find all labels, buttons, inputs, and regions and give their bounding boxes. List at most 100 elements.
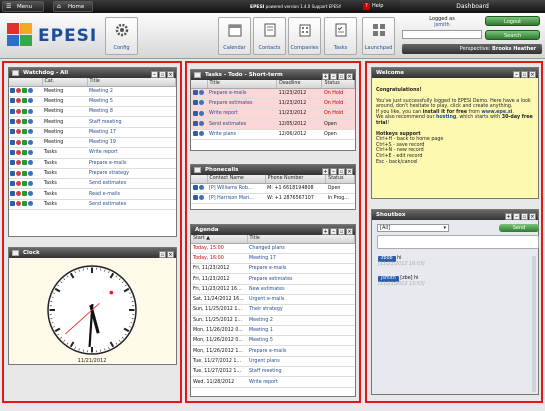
row-title-link[interactable]: Write plans (207, 129, 277, 140)
table-row[interactable]: [P] Williams Rob... M: +1 6618194808 Open (191, 183, 355, 194)
col-contact[interactable]: Contact Name (207, 175, 266, 184)
table-row[interactable]: Meeting Meeting 8 (9, 106, 176, 118)
row-title-link[interactable]: Prepare estimates (247, 273, 355, 285)
view-icon[interactable] (16, 139, 21, 145)
row-title-link[interactable]: Changed plans (247, 243, 355, 254)
check-icon[interactable] (22, 180, 27, 186)
edit-icon[interactable] (10, 149, 15, 155)
row-title-link[interactable]: Prepare estimates (207, 98, 277, 110)
table-row[interactable]: Wed, 11/28/2012 Write report (191, 376, 355, 388)
check-icon[interactable] (22, 160, 27, 166)
table-row[interactable]: Fri, 11/23/2012 Prepare e-mails (191, 263, 355, 275)
view-icon[interactable] (16, 119, 21, 125)
shout-input[interactable] (377, 235, 539, 249)
minimize-icon[interactable]: – (330, 227, 337, 235)
info-icon[interactable] (28, 191, 33, 197)
send-button[interactable]: Send (499, 224, 539, 232)
row-title-link[interactable]: Meeting 19 (87, 137, 176, 149)
recipient-select[interactable]: [All] ▾ (377, 224, 449, 232)
companies-button[interactable]: Companies (288, 17, 321, 55)
edit-icon[interactable] (10, 191, 15, 197)
table-row[interactable]: Fri, 11/23/2012 Prepare estimates (191, 273, 355, 285)
table-row[interactable]: Mon, 11/26/2012 1... Prepare e-mails (191, 345, 355, 357)
close-icon[interactable]: × (346, 167, 353, 175)
col-deadline[interactable]: Deadline (276, 80, 323, 89)
info-icon[interactable] (28, 98, 33, 104)
launchpad-button[interactable]: Launchpad (362, 17, 395, 55)
check-icon[interactable] (22, 191, 27, 197)
help-button[interactable]: ? Help (361, 1, 397, 12)
edit-icon[interactable] (10, 129, 15, 135)
row-title-link[interactable]: Write report (207, 108, 277, 120)
col-start[interactable]: Start ▲ (191, 235, 248, 244)
row-title-link[interactable]: Write report (247, 376, 355, 388)
row-title-link[interactable]: Staff meeting (87, 116, 176, 128)
add-icon[interactable]: + (322, 167, 329, 175)
view-icon[interactable] (16, 149, 21, 155)
table-row[interactable]: Prepare e-mails 11/23/2012 On Hold (191, 88, 355, 99)
row-title-link[interactable]: Write report (87, 147, 176, 159)
edit-icon[interactable] (193, 121, 198, 127)
edit-icon[interactable] (10, 98, 15, 104)
table-row[interactable]: Sat, 11/24/2012 16... Urgent e-mails (191, 294, 355, 306)
info-icon[interactable] (28, 139, 33, 145)
edit-icon[interactable] (10, 201, 15, 207)
table-row[interactable]: Mon, 11/26/2012 0... Meeting 1 (191, 325, 355, 337)
settings-icon[interactable]: ▫ (521, 70, 528, 78)
row-contact-link[interactable]: [P] Williams Rob... (207, 183, 266, 194)
view-icon[interactable] (16, 191, 21, 197)
table-row[interactable]: Meeting Meeting 5 (9, 96, 176, 108)
view-icon[interactable] (16, 160, 21, 166)
check-icon[interactable] (22, 129, 27, 135)
table-row[interactable]: Tasks Send estimates (9, 178, 176, 190)
row-title-link[interactable]: Meeting 5 (87, 96, 176, 108)
view-icon[interactable] (16, 98, 21, 104)
minimize-icon[interactable]: – (151, 70, 158, 78)
table-row[interactable]: Prepare estimates 11/23/2012 On Hold (191, 98, 355, 110)
edit-icon[interactable] (193, 100, 198, 106)
close-icon[interactable]: × (167, 250, 174, 258)
col-title[interactable]: Title (207, 80, 278, 89)
table-row[interactable]: Meeting Meeting 2 (9, 86, 176, 97)
info-icon[interactable] (28, 149, 33, 155)
view-icon[interactable] (16, 108, 21, 114)
view-icon[interactable] (16, 201, 21, 207)
check-icon[interactable] (22, 201, 27, 207)
edit-icon[interactable] (10, 170, 15, 176)
minimize-icon[interactable]: – (330, 72, 337, 80)
table-row[interactable]: Send estimates 12/05/2012 Open (191, 118, 355, 130)
row-title-link[interactable]: Prepare e-mails (207, 88, 277, 99)
row-title-link[interactable]: Their strategy (247, 304, 355, 316)
check-icon[interactable] (22, 139, 27, 145)
edit-icon[interactable] (193, 131, 198, 137)
close-icon[interactable]: × (346, 72, 353, 80)
edit-icon[interactable] (193, 110, 198, 116)
row-title-link[interactable]: Prepare strategy (87, 168, 176, 180)
table-row[interactable]: Tasks Write report (9, 147, 176, 159)
row-title-link[interactable]: Meeting 8 (87, 106, 176, 118)
tasks-button[interactable]: Tasks (324, 17, 357, 55)
view-icon[interactable] (16, 170, 21, 176)
row-title-link[interactable]: Meeting 2 (247, 315, 355, 326)
edit-icon[interactable] (193, 90, 198, 96)
row-title-link[interactable]: Meeting 17 (87, 127, 176, 138)
home-button[interactable]: ⌂ Home (53, 1, 93, 12)
table-row[interactable]: Fri, 11/23/2012 16... New estimates (191, 284, 355, 295)
minimize-icon[interactable]: – (513, 70, 520, 78)
info-icon[interactable] (28, 129, 33, 135)
check-icon[interactable] (22, 119, 27, 125)
add-icon[interactable]: + (505, 212, 512, 220)
edit-icon[interactable] (10, 139, 15, 145)
table-row[interactable]: Meeting Meeting 17 (9, 127, 176, 138)
info-icon[interactable] (199, 90, 204, 96)
settings-icon[interactable]: ▫ (338, 167, 345, 175)
info-icon[interactable] (28, 108, 33, 114)
settings-icon[interactable]: ▫ (159, 250, 166, 258)
table-row[interactable]: Tasks Prepare strategy (9, 168, 176, 180)
table-row[interactable]: Tasks Read e-mails (9, 188, 176, 200)
info-icon[interactable] (199, 185, 204, 191)
table-row[interactable]: Mon, 11/26/2012 0... Meeting 5 (191, 335, 355, 347)
edit-icon[interactable] (193, 185, 198, 191)
edit-icon[interactable] (10, 88, 15, 94)
epesi-logo[interactable]: EPESI (5, 18, 100, 52)
